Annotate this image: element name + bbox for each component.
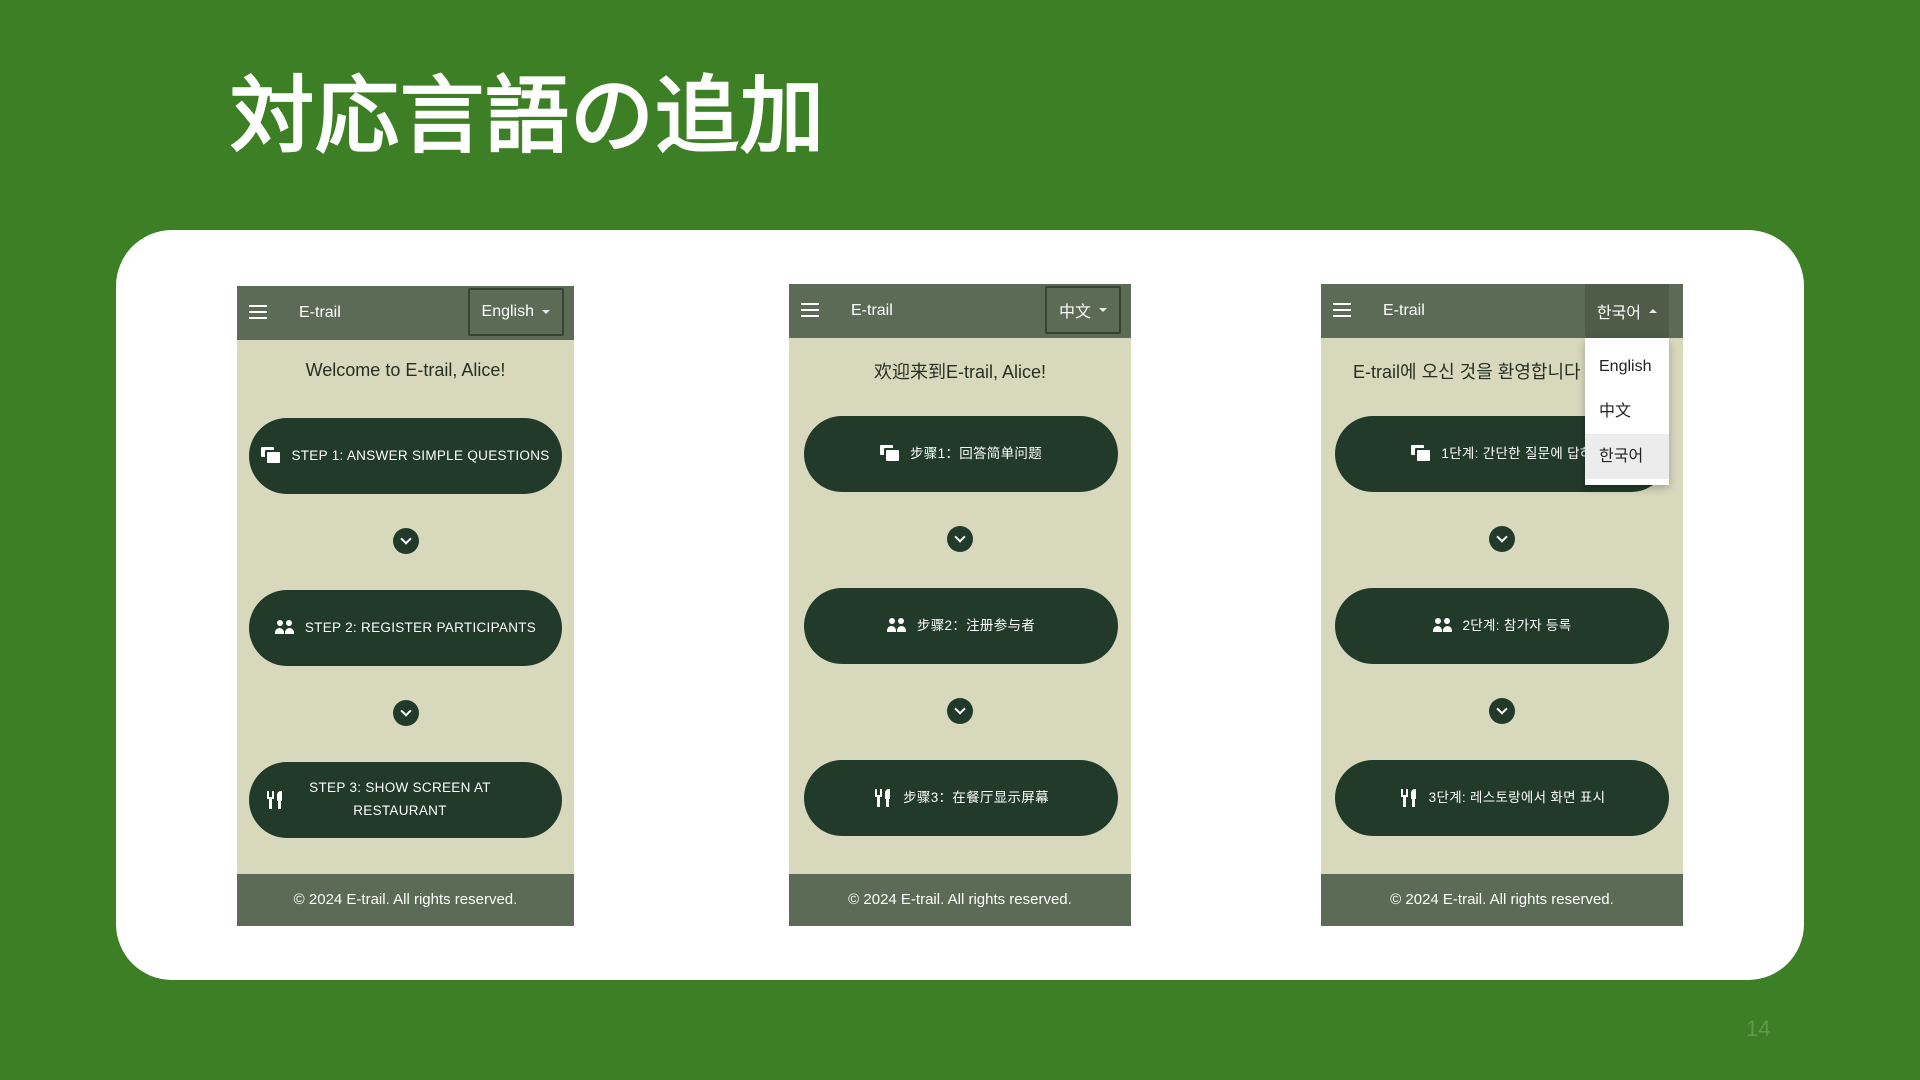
language-option-chinese[interactable]: 中文 <box>1585 389 1669 434</box>
restaurant-icon <box>873 788 893 808</box>
language-dropdown-menu: English 中文 한국어 <box>1585 338 1669 485</box>
step-1-label: 步骤1：回答简单问题 <box>909 445 1042 461</box>
people-icon <box>886 616 907 636</box>
caret-down-icon <box>1099 308 1107 312</box>
app-title: E-trail <box>851 302 893 319</box>
caret-down-icon <box>542 310 550 314</box>
chevron-down-icon <box>392 528 419 554</box>
step-3-button[interactable]: 步骤3：在餐厅显示屏幕 <box>804 760 1118 836</box>
language-select-value: 中文 <box>1058 304 1091 321</box>
app-title: E-trail <box>1383 302 1425 319</box>
chat-icon <box>1411 444 1431 464</box>
page-number: 14 <box>1746 1016 1771 1041</box>
chevron-down-icon <box>947 698 973 724</box>
restaurant-icon <box>1399 788 1419 808</box>
language-select[interactable]: English <box>467 288 564 336</box>
language-option-korean[interactable]: 한국어 <box>1585 434 1669 479</box>
chevron-down-icon <box>392 700 419 726</box>
step-3-label: STEP 3: SHOW SCREEN AT RESTAURANT <box>309 780 491 818</box>
step-2-button[interactable]: 2단계: 참가자 등록 <box>1335 588 1669 664</box>
step-3-button[interactable]: 3단계: 레스토랑에서 화면 표시 <box>1335 760 1669 836</box>
chevron-down-icon <box>1489 698 1515 724</box>
chat-icon <box>879 444 900 464</box>
language-select[interactable]: 한국어 <box>1584 284 1669 338</box>
language-select[interactable]: 中文 <box>1044 286 1121 334</box>
footer: © 2024 E-trail. All rights reserved. <box>237 874 574 926</box>
app-bar: E-trail English <box>237 286 574 340</box>
menu-icon[interactable] <box>1333 303 1351 317</box>
step-3-label: 3단계: 레스토랑에서 화면 표시 <box>1428 789 1606 805</box>
welcome-message: 欢迎来到E-trail, Alice! <box>873 362 1047 382</box>
step-3-button[interactable]: STEP 3: SHOW SCREEN AT RESTAURANT <box>249 762 562 838</box>
phone-screen-korean: E-trail 한국어 E-trail에 오신 것을 환영합니다 1단계: 간단… <box>1321 284 1683 926</box>
chevron-down-icon <box>947 526 973 552</box>
phone-screen-english: E-trail English Welcome to E-trail, Alic… <box>237 286 574 926</box>
step-1-label: STEP 1: ANSWER SIMPLE QUESTIONS <box>291 447 550 463</box>
footer: © 2024 E-trail. All rights reserved. <box>789 874 1131 926</box>
menu-icon[interactable] <box>249 305 267 319</box>
step-2-label: 2단계: 참가자 등록 <box>1462 617 1572 633</box>
people-icon <box>1432 616 1453 636</box>
people-icon <box>274 618 295 638</box>
app-bar: E-trail 中文 <box>789 284 1131 338</box>
phone-screen-chinese: E-trail 中文 欢迎来到E-trail, Alice! 步骤1：回答简单问… <box>789 284 1131 926</box>
step-1-label: 1단계: 간단한 질문에 답하 <box>1441 445 1593 461</box>
language-select-value: English <box>481 303 534 320</box>
chat-icon <box>261 446 281 466</box>
slide-title: 対応言語の追加 <box>230 67 826 165</box>
menu-icon[interactable] <box>801 303 819 317</box>
app-bar: E-trail 한국어 <box>1321 284 1683 338</box>
step-3-label: 步骤3：在餐厅显示屏幕 <box>903 789 1049 805</box>
step-2-label: 步骤2：注册参与者 <box>916 617 1036 633</box>
chevron-down-icon <box>1489 526 1515 552</box>
step-2-label: STEP 2: REGISTER PARTICIPANTS <box>304 619 537 635</box>
step-2-button[interactable]: STEP 2: REGISTER PARTICIPANTS <box>249 590 562 666</box>
language-select-value: 한국어 <box>1596 305 1641 322</box>
welcome-message: Welcome to E-trail, Alice! <box>305 360 506 380</box>
step-1-button[interactable]: STEP 1: ANSWER SIMPLE QUESTIONS <box>249 418 562 494</box>
restaurant-icon <box>265 790 285 810</box>
language-option-english[interactable]: English <box>1585 344 1669 389</box>
footer: © 2024 E-trail. All rights reserved. <box>1321 874 1683 926</box>
step-2-button[interactable]: 步骤2：注册参与者 <box>804 588 1118 664</box>
app-title: E-trail <box>299 304 341 321</box>
step-1-button[interactable]: 步骤1：回答简单问题 <box>804 416 1118 492</box>
caret-up-icon <box>1649 309 1657 313</box>
